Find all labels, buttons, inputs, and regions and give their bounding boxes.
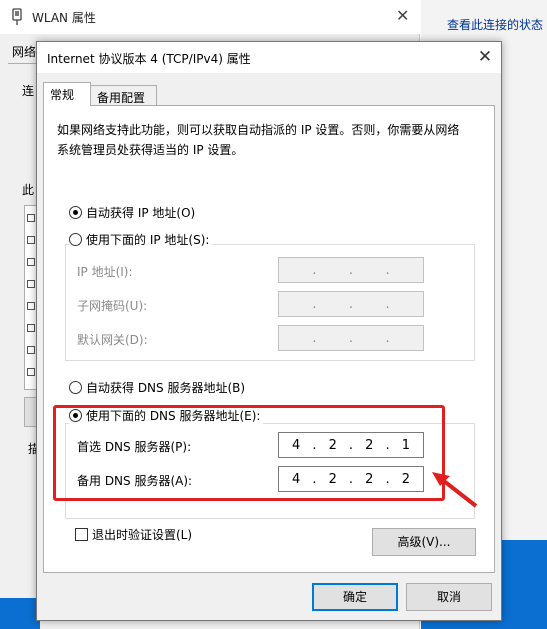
auto-dns-label: 自动获得 DNS 服务器地址(B)	[86, 380, 246, 395]
ip-address-input: . . .	[278, 257, 424, 283]
tab-alternate-configuration[interactable]: 备用配置	[91, 85, 157, 107]
default-gateway-label: 默认网关(D):	[77, 333, 148, 347]
alternate-dns-label: 备用 DNS 服务器(A):	[77, 474, 193, 488]
subnet-mask-label: 子网掩码(U):	[77, 299, 148, 313]
octet-dot: .	[348, 437, 354, 453]
octet[interactable]: 2	[360, 472, 378, 487]
octet-dot: .	[385, 262, 390, 278]
desktop-background-bottom	[0, 598, 40, 629]
octet-dot: .	[312, 330, 317, 346]
subnet-mask-input: . . .	[278, 291, 424, 317]
octet-dot: .	[348, 471, 354, 487]
validate-settings-label: 退出时验证设置(L)	[92, 528, 193, 542]
ok-button[interactable]: 确定	[312, 583, 398, 611]
list-item-checkbox[interactable]	[27, 324, 35, 332]
items-label: 此	[22, 183, 35, 197]
cancel-button[interactable]: 取消	[406, 583, 492, 611]
octet-dot: .	[385, 296, 390, 312]
validate-settings-checkbox[interactable]: 退出时验证设置(L)	[75, 526, 192, 543]
advanced-button[interactable]: 高级(V)...	[372, 528, 476, 556]
tab-networking[interactable]: 网络	[12, 43, 36, 60]
octet-dot: .	[312, 471, 317, 487]
octet-dot: .	[348, 330, 354, 346]
dialog-title: Internet 协议版本 4 (TCP/IPv4) 属性	[47, 52, 251, 66]
wlan-window-title: WLAN 属性	[32, 11, 96, 25]
manual-dns-label: 使用下面的 DNS 服务器地址(E):	[86, 408, 261, 423]
ipv4-properties-dialog: Internet 协议版本 4 (TCP/IPv4) 属性 ✕ 常规 备用配置 …	[36, 41, 502, 621]
octet[interactable]: 4	[287, 438, 305, 453]
tab-general[interactable]: 常规	[43, 82, 91, 106]
wifi-adapter-icon	[12, 8, 22, 25]
tab-underline	[8, 63, 38, 64]
octet[interactable]: 2	[324, 472, 342, 487]
connect-using-label: 连	[22, 84, 35, 98]
octet[interactable]: 1	[397, 438, 415, 453]
octet[interactable]: 2	[360, 438, 378, 453]
list-item-checkbox[interactable]	[27, 368, 35, 376]
default-gateway-input: . . .	[278, 325, 424, 351]
octet[interactable]: 4	[287, 472, 305, 487]
manual-ip-label: 使用下面的 IP 地址(S):	[86, 232, 210, 247]
radio-selected-icon[interactable]	[69, 205, 82, 219]
description-text: 如果网络支持此功能，则可以获取自动指派的 IP 设置。否则，你需要从网络系统管理…	[57, 123, 460, 157]
manual-dns-radio[interactable]: 使用下面的 DNS 服务器地址(E):	[69, 406, 264, 424]
list-item-checkbox[interactable]	[27, 346, 35, 354]
list-item-checkbox[interactable]	[27, 302, 35, 310]
wlan-titlebar: WLAN 属性 ✕	[0, 0, 420, 34]
auto-dns-radio[interactable]: 自动获得 DNS 服务器地址(B)	[69, 378, 249, 396]
list-item-checkbox[interactable]	[27, 214, 35, 222]
auto-ip-radio[interactable]: 自动获得 IP 地址(O)	[69, 203, 199, 221]
manual-ip-radio[interactable]: 使用下面的 IP 地址(S):	[69, 230, 213, 248]
dialog-titlebar: Internet 协议版本 4 (TCP/IPv4) 属性 ✕	[37, 42, 501, 73]
wlan-close-icon[interactable]: ✕	[396, 6, 409, 25]
auto-ip-label: 自动获得 IP 地址(O)	[86, 205, 196, 220]
octet-dot: .	[312, 262, 317, 278]
octet[interactable]: 2	[397, 472, 415, 487]
view-connection-status-link[interactable]: 查看此连接的状态	[447, 16, 543, 33]
checkbox-unchecked-icon[interactable]	[75, 528, 88, 541]
octet-dot: .	[385, 330, 390, 346]
radio-selected-icon[interactable]	[69, 408, 82, 422]
preferred-dns-label: 首选 DNS 服务器(P):	[77, 440, 192, 454]
alternate-dns-input[interactable]: 4. 2. 2. 2	[278, 466, 424, 492]
octet-dot: .	[348, 262, 354, 278]
octet-dot: .	[385, 437, 390, 453]
octet[interactable]: 2	[324, 438, 342, 453]
list-item-checkbox[interactable]	[27, 236, 35, 244]
list-item-checkbox[interactable]	[27, 258, 35, 266]
list-item-checkbox[interactable]	[27, 280, 35, 288]
radio-unselected-icon[interactable]	[69, 232, 82, 246]
octet-dot: .	[312, 437, 317, 453]
octet-dot: .	[385, 471, 390, 487]
close-icon[interactable]: ✕	[475, 46, 495, 68]
preferred-dns-input[interactable]: 4. 2. 2. 1	[278, 432, 424, 458]
octet-dot: .	[312, 296, 317, 312]
ip-address-label: IP 地址(I):	[77, 265, 133, 279]
octet-dot: .	[348, 296, 354, 312]
radio-unselected-icon[interactable]	[69, 380, 82, 394]
